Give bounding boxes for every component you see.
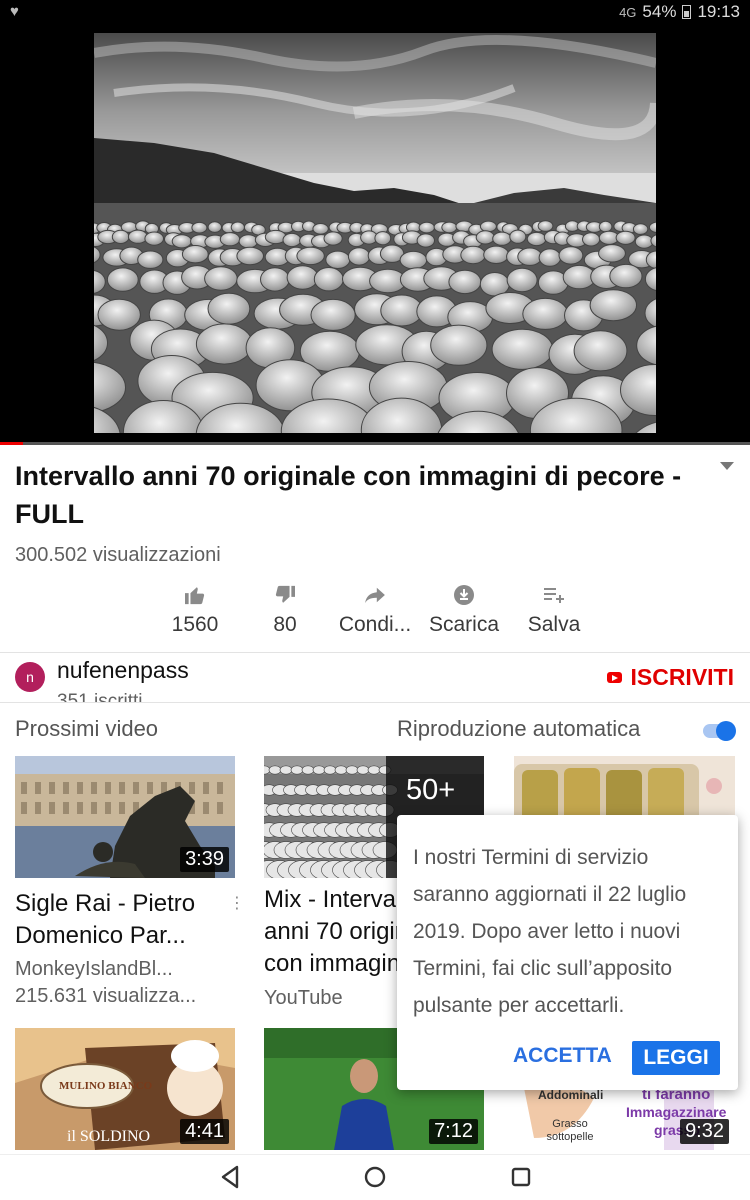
- autoplay-label: Riproduzione automatica: [397, 716, 641, 741]
- video-duration: 9:32: [680, 1119, 729, 1144]
- heart-icon: ♥: [10, 3, 19, 20]
- recents-icon[interactable]: [511, 1167, 531, 1187]
- soldino-text: il SOLDINO: [67, 1128, 151, 1145]
- video-views: 215.631 visualizza...: [15, 985, 197, 1007]
- signal-icon: 4G: [619, 4, 637, 20]
- share-button[interactable]: Condi...: [325, 580, 425, 637]
- video-thumbnail[interactable]: MULINO BIANCO il SOLDINO 4:41: [15, 1028, 235, 1150]
- more-options-icon[interactable]: ⋮: [229, 893, 245, 913]
- dislike-count: 80: [273, 613, 297, 636]
- read-terms-button[interactable]: LEGGI: [632, 1041, 720, 1075]
- battery-level: 54%: [642, 2, 677, 21]
- divider: [0, 652, 750, 653]
- toggle-knob: [716, 721, 736, 741]
- like-count: 1560: [171, 613, 219, 636]
- sheep-video-image: [94, 33, 656, 433]
- autoplay-toggle[interactable]: [703, 721, 736, 741]
- video-duration: 7:12: [429, 1119, 478, 1144]
- terms-message: I nostri Termini di servizio saranno agg…: [413, 846, 687, 1017]
- accept-button[interactable]: ACCETTA: [513, 1044, 612, 1068]
- thumbs-up-icon: [145, 580, 245, 610]
- action-bar: 1560 80 Condi... Scarica Salva: [0, 580, 750, 650]
- mix-count-badge: 50+: [406, 774, 456, 806]
- progress-fill: [0, 442, 23, 445]
- channel-avatar[interactable]: n: [15, 662, 45, 692]
- video-title[interactable]: Sigle Rai - Pietro Domenico Par...: [15, 888, 215, 952]
- status-bar: ♥ 4G 54% 19:13: [0, 0, 750, 24]
- mulino-bianco-logo-text: MULINO BIANCO: [59, 1080, 153, 1092]
- home-icon[interactable]: [364, 1166, 386, 1188]
- divider: [0, 702, 750, 703]
- download-button[interactable]: Scarica: [414, 580, 514, 637]
- download-icon: [414, 580, 514, 610]
- terms-dialog: I nostri Termini di servizio saranno agg…: [397, 815, 738, 1090]
- share-icon: [325, 580, 425, 610]
- grasso-text: Grasso sottopelle: [546, 1118, 594, 1143]
- subscribe-button[interactable]: ISCRIVITI: [607, 664, 734, 691]
- save-label: Salva: [527, 613, 581, 636]
- video-thumbnail[interactable]: 3:39: [15, 756, 235, 878]
- view-count: 300.502 visualizzazioni: [15, 544, 221, 566]
- thumbs-down-icon: [235, 580, 335, 610]
- video-frame[interactable]: [94, 33, 656, 433]
- download-label: Scarica: [428, 613, 500, 636]
- save-button[interactable]: Salva: [504, 580, 604, 637]
- share-label: Condi...: [338, 613, 412, 636]
- subscribe-label: ISCRIVITI: [630, 664, 734, 690]
- subscriber-count: 351 iscritti: [57, 691, 143, 702]
- addominali-text: Addominali: [538, 1088, 604, 1102]
- video-progress-bar[interactable]: [0, 442, 750, 445]
- video-player[interactable]: [0, 24, 750, 442]
- video-duration: 4:41: [180, 1119, 229, 1144]
- battery-icon: [682, 5, 692, 19]
- back-icon[interactable]: [219, 1165, 241, 1189]
- up-next-heading: Prossimi video: [15, 716, 159, 741]
- video-title: Intervallo anni 70 originale con immagin…: [15, 461, 682, 529]
- system-navigation-bar: [0, 1154, 750, 1200]
- video-channel: MonkeyIslandBl...: [15, 958, 173, 980]
- video-duration: 3:39: [180, 847, 229, 872]
- add-to-playlist-icon: [504, 580, 604, 610]
- youtube-logo-icon: [607, 672, 623, 683]
- clock: 19:13: [697, 2, 740, 21]
- thumb-caption-2: Immagazzinare: [626, 1104, 727, 1120]
- like-button[interactable]: 1560: [145, 580, 245, 637]
- dislike-button[interactable]: 80: [235, 580, 335, 637]
- channel-name[interactable]: nufenenpass: [57, 657, 189, 684]
- expand-description-icon[interactable]: [720, 462, 734, 470]
